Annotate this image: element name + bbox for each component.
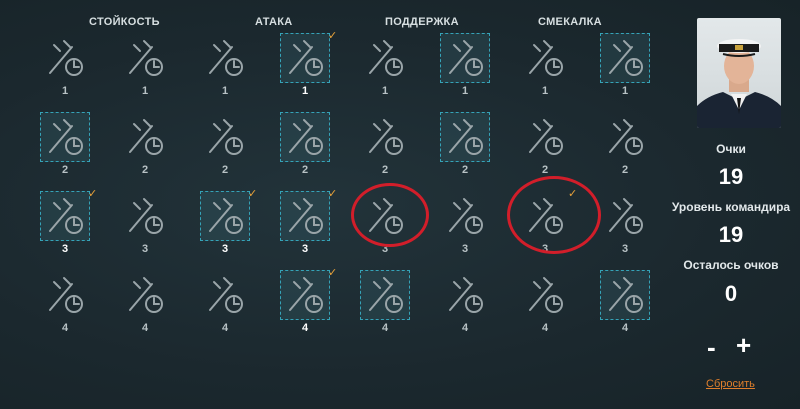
skill-ship-upgrade[interactable] [120,191,170,241]
skill-aa-sight[interactable] [440,270,490,320]
commander-level-label: Уровень командира [671,200,791,214]
skill-plane-target[interactable] [280,33,330,83]
skill-armor-upgrade[interactable] [40,270,90,320]
highlight-ring [507,176,601,254]
skill-tier-label: 4 [61,322,69,334]
skill-no-fire[interactable] [120,33,170,83]
checkmark-icon: ✓ [328,30,338,42]
skill-warning-tank[interactable] [40,33,90,83]
points-label: Очки [716,142,746,156]
skill-plane-upgrade[interactable] [440,112,490,162]
skill-tier-label: 3 [61,243,69,255]
skill-tier-label: 1 [301,85,309,97]
skill-tier-label: 1 [221,85,229,97]
category-ingenuity: СМЕКАЛКА [538,16,602,28]
skill-tier-label: 3 [461,243,469,255]
category-support: ПОДДЕРЖКА [385,16,459,28]
skill-plane-formation[interactable] [280,270,330,320]
points-value: 19 [718,164,744,189]
checkmark-icon: ✓ [328,267,338,279]
skill-tier-label: 1 [381,85,389,97]
skill-tier-label: 4 [141,322,149,334]
skill-tier-label: 2 [541,164,549,176]
reset-link[interactable]: Сбросить [706,378,755,390]
skill-torpedo-warning[interactable] [600,191,650,241]
skill-turret-upgrade[interactable] [200,112,250,162]
skill-crossed-torpedo[interactable] [200,270,250,320]
skill-wrench-upgrade[interactable] [40,191,90,241]
skill-tier-label: 1 [61,85,69,97]
skill-tier-label: 1 [141,85,149,97]
skill-tier-label: 4 [381,322,389,334]
minus-button[interactable]: - [707,334,716,360]
skill-torpedo-timer[interactable] [200,33,250,83]
skill-tier-label: 4 [461,322,469,334]
checkmark-icon: ✓ [248,188,258,200]
skill-tier-label: 3 [141,243,149,255]
skill-tier-label: 2 [61,164,69,176]
category-attack: АТАКА [255,16,293,28]
skill-tier-label: 2 [621,164,629,176]
remaining-points-value: 0 [724,281,738,306]
plus-button[interactable]: + [736,332,751,358]
skill-wrench-timer[interactable] [40,112,90,162]
skill-tier-label: 3 [301,243,309,255]
skill-tier-label: 2 [461,164,469,176]
commander-portrait[interactable] [697,18,781,128]
commander-level-value: 19 [718,222,744,247]
skill-tier-label: 2 [301,164,309,176]
skill-tier-label: 2 [141,164,149,176]
skill-shells-timer[interactable] [200,191,250,241]
skill-alert-down[interactable] [600,270,650,320]
skill-gears[interactable] [600,112,650,162]
skill-shells-timer[interactable] [520,112,570,162]
highlight-ring [351,183,429,247]
skill-plane-fire[interactable] [280,191,330,241]
skill-tier-label: 4 [541,322,549,334]
skill-tier-label: 3 [221,243,229,255]
skill-smoke-upgrade[interactable] [360,112,410,162]
skill-tier-label: 1 [621,85,629,97]
skill-tier-label: 2 [381,164,389,176]
skill-aa-defense[interactable] [360,270,410,320]
skill-torpedo-upgrade[interactable] [280,112,330,162]
skill-tier-label: 4 [621,322,629,334]
skill-tier-label: 4 [221,322,229,334]
category-survivability: СТОЙКОСТЬ [89,16,160,28]
skill-extinguisher[interactable] [120,270,170,320]
skill-repair-plus[interactable] [600,33,650,83]
skill-tier-label: 2 [221,164,229,176]
remaining-points-label: Осталось очков [683,258,779,272]
checkmark-icon: ✓ [88,188,98,200]
skill-aa-plus[interactable] [440,191,490,241]
skill-stopwatch[interactable] [120,112,170,162]
checkmark-icon: ✓ [328,188,338,200]
skill-hull-upgrade[interactable] [440,33,490,83]
skill-tier-label: 1 [541,85,549,97]
skill-shell-warning[interactable] [520,33,570,83]
skill-plane-crosshair[interactable] [360,33,410,83]
skill-tier-label: 3 [621,243,629,255]
skill-tier-label: 1 [461,85,469,97]
skill-tier-label: 4 [301,322,309,334]
skill-radar[interactable] [520,270,570,320]
